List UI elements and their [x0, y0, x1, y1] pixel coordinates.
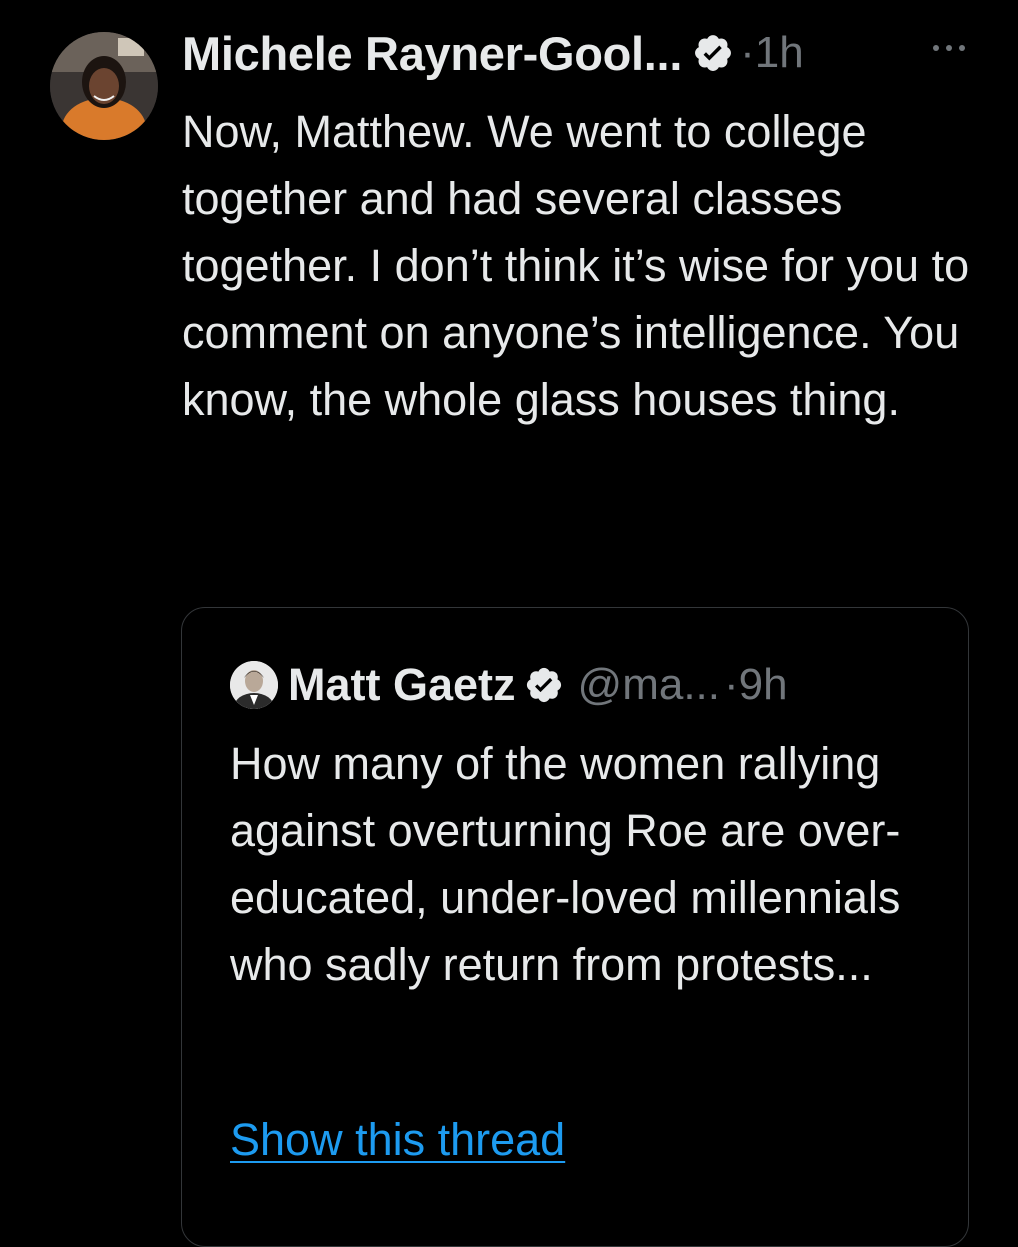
tweet-header: Michele Rayner-Gool... · 1h — [182, 18, 804, 88]
profile-photo-icon — [230, 661, 278, 709]
quoted-tweet-timestamp: 9h — [738, 660, 788, 709]
quoted-tweet-card[interactable]: Matt Gaetz @ma... · 9h How many of the w… — [181, 607, 969, 1247]
quoted-author-name[interactable]: Matt Gaetz — [288, 659, 516, 711]
profile-photo-icon — [50, 32, 158, 140]
quoted-tweet-text: How many of the women rallying against o… — [230, 738, 901, 990]
quoted-author-avatar[interactable] — [230, 661, 278, 709]
quoted-header-separator: · — [724, 660, 739, 709]
quoted-tweet-header: Matt Gaetz @ma... · 9h — [230, 650, 788, 720]
verified-badge-icon — [692, 32, 734, 74]
verified-badge-icon — [524, 665, 564, 705]
header-separator: · — [740, 28, 755, 77]
more-options-button[interactable] — [928, 28, 970, 68]
quoted-author-handle: @ma... — [577, 660, 720, 709]
author-avatar[interactable] — [50, 32, 158, 140]
show-this-thread-link[interactable]: Show this thread — [230, 1110, 565, 1170]
tweet-timestamp[interactable]: 1h — [755, 28, 804, 78]
author-name[interactable]: Michele Rayner-Gool... — [182, 26, 682, 81]
more-icon — [933, 45, 965, 51]
tweet-text: Now, Matthew. We went to college togethe… — [182, 106, 970, 425]
